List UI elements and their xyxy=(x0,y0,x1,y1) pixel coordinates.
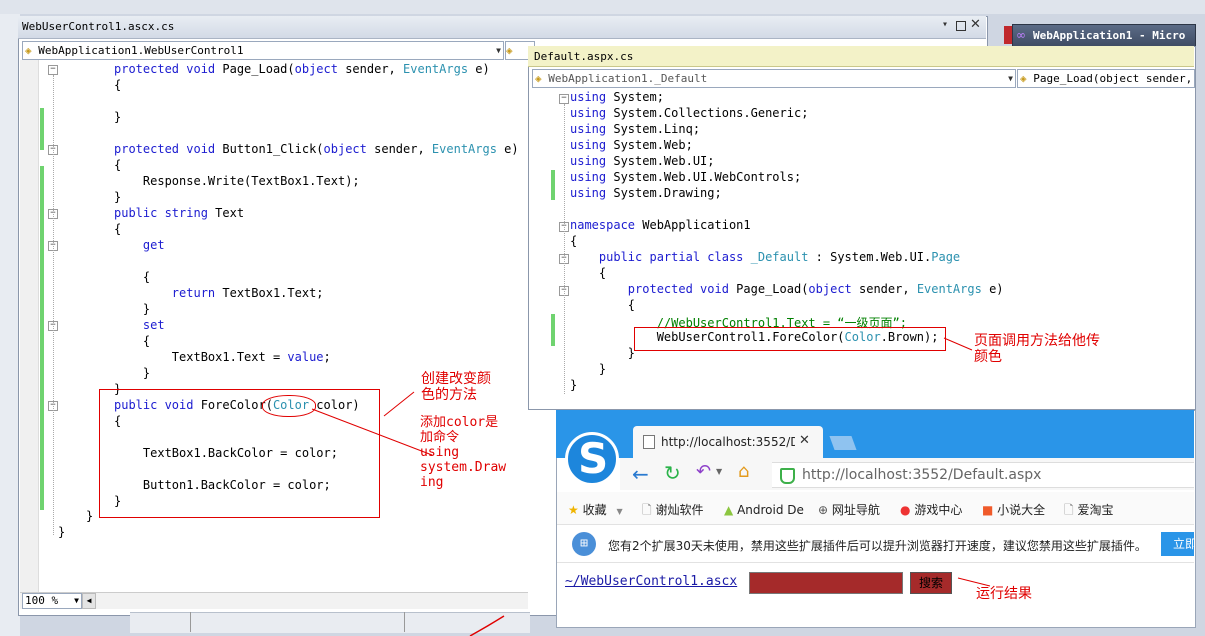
arrow-stub xyxy=(469,615,505,636)
annotation-arrows xyxy=(311,337,991,636)
arrow-create-method xyxy=(383,391,415,417)
annotation-add-using: 添加color是 加命令 using system.Draw ing xyxy=(420,415,507,490)
arrow-add-using xyxy=(311,408,433,456)
annotation-page-call: 页面调用方法给他传 颜色 xyxy=(974,333,1100,365)
arrow-page-call xyxy=(943,337,973,351)
annotation-create-method: 创建改变颜 色的方法 xyxy=(421,371,491,403)
annotation-result: 运行结果 xyxy=(976,586,1032,602)
arrow-result xyxy=(957,577,991,587)
